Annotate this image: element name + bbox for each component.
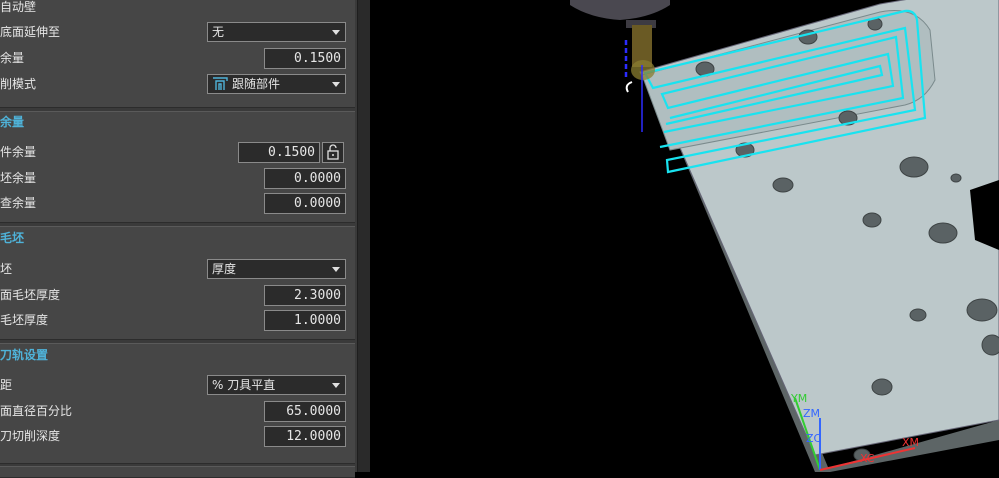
cut-pattern-value: 跟随部件 xyxy=(232,77,281,91)
flat-diameter-percent-input[interactable]: 65.0000 xyxy=(264,401,346,422)
entry-arc-shape xyxy=(625,81,633,93)
label-blank-thickness: 毛坯厚度 xyxy=(0,313,49,327)
lock-button[interactable] xyxy=(322,142,344,163)
stock-input[interactable]: 0.1500 xyxy=(264,48,346,69)
section-top: 自动壁 底面延伸至 无 余量 0.1500 削模式 跟随部件 xyxy=(0,0,355,108)
cut-pattern-dropdown[interactable]: 跟随部件 xyxy=(207,74,346,94)
axis-label-ym: YM xyxy=(790,392,807,405)
label-part-stock: 件余量 xyxy=(0,145,37,159)
depth-per-cut-input[interactable]: 12.0000 xyxy=(264,426,346,447)
tool-tip-shape xyxy=(631,60,655,80)
label-blank-type: 坯 xyxy=(0,262,13,276)
section-next xyxy=(0,466,355,478)
label-auto-wall: 自动壁 xyxy=(0,0,37,14)
section-title-blank[interactable]: 毛坯 xyxy=(0,228,24,248)
axis-label-zm: ZM xyxy=(803,407,820,420)
blank-type-dropdown[interactable]: 厚度 xyxy=(207,259,346,279)
part-model-view: YM ZM ZC XM XC xyxy=(570,0,999,472)
label-stepover: 距 xyxy=(0,378,13,392)
chevron-down-icon xyxy=(332,30,340,35)
section-title-stock[interactable]: 余量 xyxy=(0,112,24,132)
unlock-icon xyxy=(327,144,339,160)
label-stock: 余量 xyxy=(0,51,25,65)
check-stock-input[interactable]: 0.0000 xyxy=(264,193,346,214)
label-cut-pattern: 削模式 xyxy=(0,77,37,91)
blank-type-value: 厚度 xyxy=(212,262,237,276)
floor-blank-thickness-input[interactable]: 2.3000 xyxy=(264,285,346,306)
section-path-settings: 刀轨设置 距 % 刀具平直 面直径百分比 65.0000 刀切削深度 12.00… xyxy=(0,343,355,464)
tool-holder-shape xyxy=(570,0,670,20)
graphics-viewport[interactable]: YM ZM ZC XM XC xyxy=(370,0,999,472)
label-floor-extend: 底面延伸至 xyxy=(0,25,61,39)
label-floor-blank-thickness: 面毛坯厚度 xyxy=(0,288,61,302)
follow-part-icon xyxy=(213,77,228,90)
stepover-dropdown[interactable]: % 刀具平直 xyxy=(207,375,346,395)
axis-label-xm: XM xyxy=(902,436,919,449)
panel-scrollbar[interactable] xyxy=(357,0,371,472)
label-flat-diameter-percent: 面直径百分比 xyxy=(0,404,73,418)
label-check-stock: 查余量 xyxy=(0,196,37,210)
chevron-down-icon xyxy=(332,82,340,87)
label-depth-per-cut: 刀切削深度 xyxy=(0,429,61,443)
section-blank: 毛坯 坯 厚度 面毛坯厚度 2.3000 毛坯厚度 1.0000 xyxy=(0,226,355,340)
chevron-down-icon xyxy=(332,267,340,272)
operation-parameters-panel: 自动壁 底面延伸至 无 余量 0.1500 削模式 跟随部件 余量 件余量 0.… xyxy=(0,0,357,478)
section-title-path-settings[interactable]: 刀轨设置 xyxy=(0,345,48,365)
stepover-value: % 刀具平直 xyxy=(212,378,276,392)
part-stock-input[interactable]: 0.1500 xyxy=(238,142,320,163)
floor-extend-value: 无 xyxy=(212,25,225,39)
axis-label-xc: XC xyxy=(860,452,875,465)
label-blank-stock: 坯余量 xyxy=(0,171,37,185)
floor-extend-dropdown[interactable]: 无 xyxy=(207,22,346,42)
axis-label-zc: ZC xyxy=(806,432,822,445)
section-stock: 余量 件余量 0.1500 坯余量 0.0000 查余量 0.0000 xyxy=(0,111,355,223)
blank-stock-input[interactable]: 0.0000 xyxy=(264,168,346,189)
chevron-down-icon xyxy=(332,383,340,388)
blank-thickness-input[interactable]: 1.0000 xyxy=(264,310,346,331)
